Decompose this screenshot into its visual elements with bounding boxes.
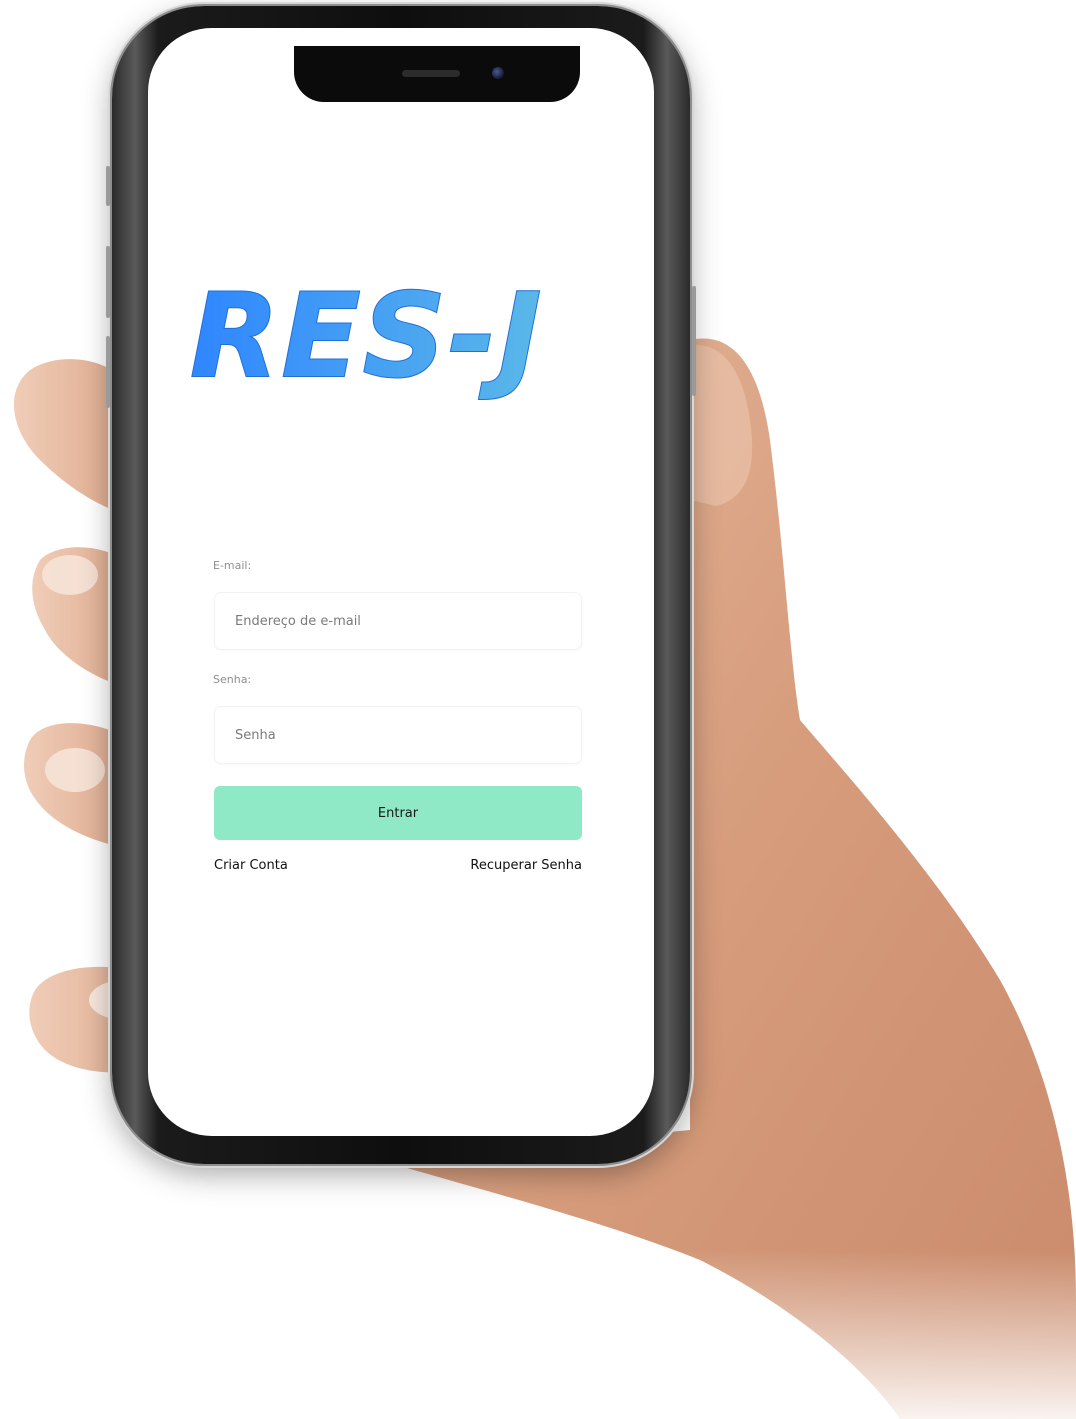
app-logo: RES-J xyxy=(188,250,588,400)
notch xyxy=(294,46,580,102)
front-camera-icon xyxy=(492,67,504,79)
email-field[interactable]: Endereço de e-mail xyxy=(214,592,582,650)
password-placeholder: Senha xyxy=(235,727,276,743)
logo-text: RES-J xyxy=(190,269,543,400)
recover-password-link[interactable]: Recuperar Senha xyxy=(470,858,582,873)
stage: RES-J E-mail: Endereço de e-mail Senha: … xyxy=(0,0,1076,1419)
email-placeholder: Endereço de e-mail xyxy=(235,613,361,629)
volume-down-button xyxy=(106,336,110,408)
create-account-link[interactable]: Criar Conta xyxy=(214,858,288,873)
silent-switch xyxy=(106,166,110,206)
volume-up-button xyxy=(106,246,110,318)
phone-screen: RES-J E-mail: Endereço de e-mail Senha: … xyxy=(148,28,654,1136)
email-label: E-mail: xyxy=(213,559,252,572)
password-field[interactable]: Senha xyxy=(214,706,582,764)
speaker-grille xyxy=(402,70,460,77)
auth-links: Criar Conta Recuperar Senha xyxy=(214,858,582,873)
password-label: Senha: xyxy=(213,673,252,686)
login-form: E-mail: Endereço de e-mail Senha: Senha … xyxy=(213,558,582,873)
login-button[interactable]: Entrar xyxy=(214,786,582,840)
power-button xyxy=(692,286,696,396)
phone-frame: RES-J E-mail: Endereço de e-mail Senha: … xyxy=(106,6,696,1164)
